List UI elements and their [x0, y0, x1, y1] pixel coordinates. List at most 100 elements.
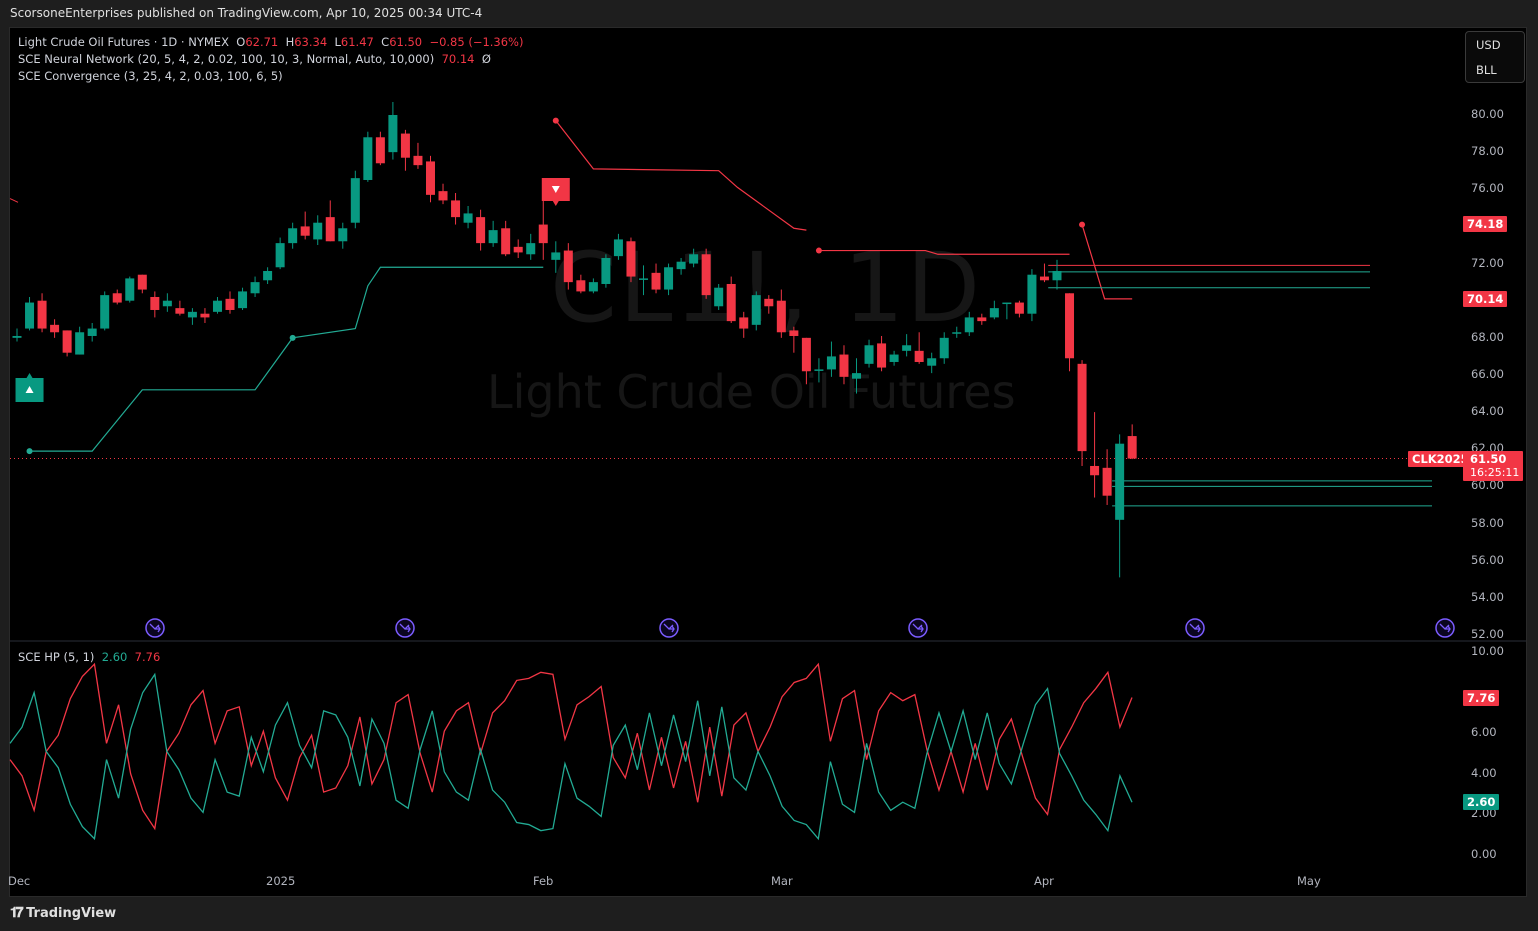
candle-body: [325, 217, 335, 242]
candle-body: [413, 155, 423, 166]
time-axis-label: Apr: [1034, 874, 1054, 888]
event-icon: [395, 618, 415, 638]
price-axis-label: 58.00: [1471, 515, 1504, 530]
candle-body: [939, 337, 949, 359]
candle-body: [338, 228, 348, 242]
symbol-title: Light Crude Oil Futures · 1D · NYMEX: [18, 35, 229, 49]
tradingview-logo[interactable]: 𝟏𝟕 TradingView: [10, 905, 116, 921]
open-value: 62.71: [245, 35, 279, 49]
candle-body: [789, 330, 799, 336]
hp-axis-label: 0.00: [1471, 847, 1497, 861]
high-value: 63.34: [294, 35, 328, 49]
price-chart[interactable]: [0, 0, 1538, 931]
candle-body: [300, 226, 310, 236]
price-axis-label: 78.00: [1471, 144, 1504, 159]
candle-body: [588, 282, 598, 292]
candle-body: [551, 252, 561, 260]
upper-line-price-tag: 74.18: [1463, 216, 1508, 232]
close-value: 61.50: [389, 35, 423, 49]
candle-body: [676, 261, 686, 270]
candle-body: [350, 178, 360, 223]
candle-body: [826, 356, 836, 370]
candle-body: [764, 298, 774, 307]
time-axis-label: 2025: [266, 874, 296, 888]
symbol-legend[interactable]: Light Crude Oil Futures · 1D · NYMEX O62…: [18, 35, 523, 49]
nn-indicator-legend[interactable]: SCE Neural Network (20, 5, 4, 2, 0.02, 1…: [18, 52, 491, 66]
nn-resistance-line: [818, 249, 1070, 255]
currency-label[interactable]: USD: [1466, 38, 1524, 52]
candle-body: [501, 228, 511, 255]
candle-body: [626, 241, 636, 277]
nn-resistance-line: [9, 198, 19, 203]
candle-body: [1115, 443, 1125, 520]
price-axis-label: 68.00: [1471, 329, 1504, 344]
time-axis-label: May: [1297, 874, 1321, 888]
nn-support-dot: [289, 334, 296, 341]
unit-label[interactable]: BLL: [1466, 63, 1524, 77]
candle-body: [150, 296, 160, 310]
candle-body: [100, 295, 110, 329]
candle-body: [451, 200, 461, 218]
candle-body: [902, 345, 912, 351]
candle-body: [1014, 302, 1024, 314]
candle-body: [689, 254, 699, 264]
hp-teal-value: 2.60: [101, 650, 128, 664]
candle-body: [877, 343, 887, 368]
candle-body: [964, 317, 974, 333]
candle-body: [363, 137, 373, 180]
candle-body: [801, 337, 811, 372]
hp-indicator-legend[interactable]: SCE HP (5, 1) 2.60 7.76: [18, 650, 160, 664]
candle-body: [125, 278, 135, 301]
hp-axis-label: 10.00: [1471, 644, 1504, 658]
last-price: 61.50: [1470, 452, 1507, 466]
candle-body: [388, 115, 398, 153]
candle-body: [927, 358, 937, 366]
candle-body: [1052, 270, 1062, 281]
time-axis-label: Feb: [533, 874, 554, 888]
nn-resistance-dot: [1079, 221, 1086, 228]
candle-body: [952, 332, 962, 334]
price-axis-label: 52.00: [1471, 626, 1504, 641]
candle-body: [613, 239, 623, 257]
candle-body: [701, 254, 711, 296]
price-axis-label: 64.00: [1471, 404, 1504, 419]
hp-red-value: 7.76: [134, 650, 161, 664]
hp-red-tag: 7.76: [1463, 690, 1500, 706]
convergence-indicator-legend[interactable]: SCE Convergence (3, 25, 4, 2, 0.03, 100,…: [18, 69, 283, 83]
price-axis-label: 56.00: [1471, 552, 1504, 567]
candle-body: [751, 295, 761, 325]
candle-body: [889, 354, 899, 362]
price-axis-label: 54.00: [1471, 589, 1504, 604]
candle-body: [1027, 274, 1037, 314]
currency-unit-selector[interactable]: USD BLL: [1465, 31, 1525, 83]
candle-body: [137, 274, 147, 290]
nn-line-price-tag: 70.14: [1463, 291, 1508, 307]
candle-body: [1102, 467, 1112, 496]
event-icon: [145, 618, 165, 638]
hp-teal-tag: 2.60: [1463, 794, 1500, 810]
bar-countdown: 16:25:11: [1470, 466, 1520, 479]
price-axis-label: 66.00: [1471, 366, 1504, 381]
price-axis-label: 72.00: [1471, 255, 1504, 270]
candle-body: [37, 300, 47, 329]
candle-body: [601, 257, 611, 284]
hp-axis-label: 4.00: [1471, 765, 1497, 780]
candle-body: [1039, 276, 1049, 281]
candle-body: [225, 298, 235, 310]
candle-body: [864, 345, 874, 364]
candle-body: [162, 300, 172, 307]
candle-body: [977, 317, 987, 322]
candle-body: [476, 217, 486, 244]
change-value: −0.85 (−1.36%): [429, 35, 524, 49]
candle-body: [400, 133, 410, 158]
candle-body: [1077, 363, 1087, 452]
high-label: H: [285, 35, 295, 49]
candle-body: [513, 246, 523, 253]
price-axis-label: 76.00: [1471, 181, 1504, 196]
candle-body: [62, 330, 72, 353]
event-icon: [1435, 618, 1455, 638]
low-value: 61.47: [340, 35, 374, 49]
nn-resistance-dot: [552, 117, 559, 124]
candle-body: [425, 161, 435, 195]
candle-body: [814, 369, 824, 371]
